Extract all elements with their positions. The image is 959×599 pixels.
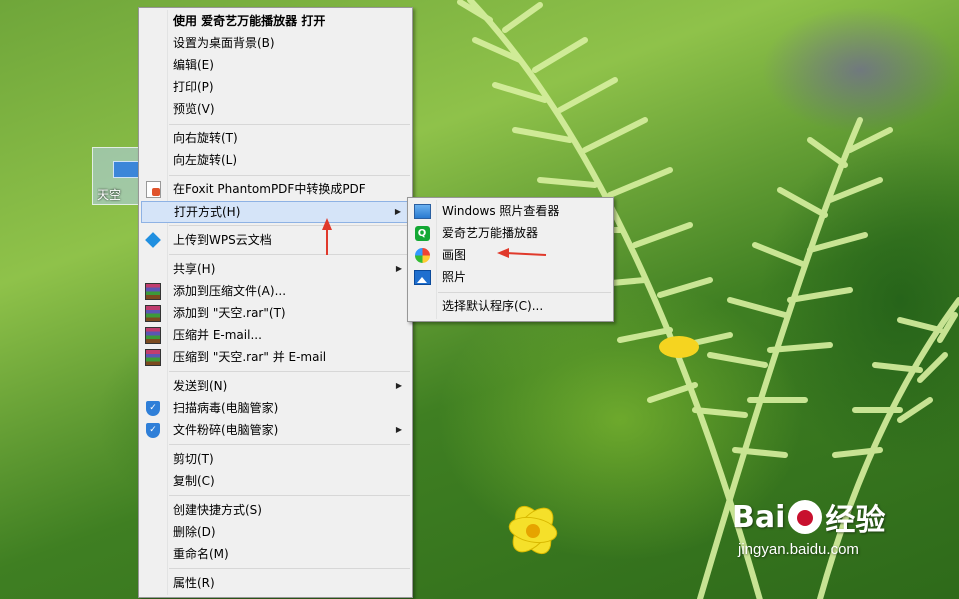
menu-item-label: 文件粉碎(电脑管家): [173, 423, 279, 437]
menu-item-open-with[interactable]: 打开方式(H) ▶: [141, 201, 410, 223]
winrar-icon: [144, 348, 162, 366]
menu-item-foxit-convert[interactable]: 在Foxit PhantomPDF中转换成PDF: [141, 178, 410, 200]
menu-separator: [169, 124, 410, 125]
menu-separator: [169, 371, 410, 372]
yellow-bud-illustration: [659, 336, 699, 358]
menu-item-label: 发送到(N): [173, 379, 228, 393]
yellow-flower-illustration: [508, 505, 558, 555]
menu-item-label: 上传到WPS云文档: [173, 233, 272, 247]
menu-item-label: 使用 爱奇艺万能播放器 打开: [173, 14, 326, 28]
image-thumbnail-icon: [113, 161, 141, 178]
winrar-icon: [144, 282, 162, 300]
menu-item-shred-file[interactable]: ✓ 文件粉碎(电脑管家) ▶: [141, 419, 410, 441]
menu-item-label: 属性(R): [173, 576, 215, 590]
submenu-item-paint[interactable]: 画图: [410, 244, 611, 266]
menu-item-cut[interactable]: 剪切(T): [141, 448, 410, 470]
foxit-pdf-icon: [144, 180, 162, 198]
menu-item-properties[interactable]: 属性(R): [141, 572, 410, 594]
menu-separator: [169, 444, 410, 445]
submenu-arrow-icon: ▶: [395, 425, 402, 434]
menu-item-scan-virus[interactable]: ✓ 扫描病毒(电脑管家): [141, 397, 410, 419]
menu-separator: [169, 225, 410, 226]
menu-item-print[interactable]: 打印(P): [141, 76, 410, 98]
submenu-item-iqiyi[interactable]: Q 爱奇艺万能播放器: [410, 222, 611, 244]
menu-item-rename[interactable]: 重命名(M): [141, 543, 410, 565]
menu-item-delete[interactable]: 删除(D): [141, 521, 410, 543]
pc-manager-shield-icon: ✓: [144, 399, 162, 417]
submenu-item-photos[interactable]: 照片: [410, 266, 611, 288]
submenu-arrow-icon: ▶: [395, 264, 402, 273]
menu-separator: [438, 292, 611, 293]
menu-item-label: Windows 照片查看器: [442, 204, 560, 218]
menu-item-upload-wps[interactable]: 上传到WPS云文档: [141, 229, 410, 251]
menu-item-label: 选择默认程序(C)...: [442, 299, 544, 313]
menu-item-add-archive[interactable]: 添加到压缩文件(A)...: [141, 280, 410, 302]
menu-item-open-with-default[interactable]: 使用 爱奇艺万能播放器 打开: [141, 10, 410, 32]
menu-item-label: 添加到 "天空.rar"(T): [173, 306, 286, 320]
menu-item-label: 压缩到 "天空.rar" 并 E-mail: [173, 350, 327, 364]
menu-separator: [169, 568, 410, 569]
menu-item-label: 删除(D): [173, 525, 216, 539]
watermark-brand: Bai: [732, 499, 786, 535]
menu-item-label: 照片: [442, 270, 467, 284]
menu-item-label: 创建快捷方式(S): [173, 503, 262, 517]
menu-item-rotate-right[interactable]: 向右旋转(T): [141, 127, 410, 149]
menu-item-label: 压缩并 E-mail...: [173, 328, 262, 342]
baidu-paw-icon: [788, 500, 823, 534]
menu-item-label: 向左旋转(L): [173, 153, 238, 167]
menu-item-edit[interactable]: 编辑(E): [141, 54, 410, 76]
menu-item-create-shortcut[interactable]: 创建快捷方式(S): [141, 499, 410, 521]
iqiyi-icon: Q: [413, 224, 431, 242]
menu-item-label: 剪切(T): [173, 452, 214, 466]
menu-item-label: 爱奇艺万能播放器: [442, 226, 539, 240]
winrar-icon: [144, 326, 162, 344]
menu-item-label: 添加到压缩文件(A)...: [173, 284, 287, 298]
menu-item-label: 向右旋转(T): [173, 131, 238, 145]
menu-item-label: 画图: [442, 248, 467, 262]
menu-separator: [169, 495, 410, 496]
menu-item-label: 预览(V): [173, 102, 215, 116]
menu-item-set-wallpaper[interactable]: 设置为桌面背景(B): [141, 32, 410, 54]
menu-item-label: 在Foxit PhantomPDF中转换成PDF: [173, 182, 366, 196]
menu-item-label: 设置为桌面背景(B): [173, 36, 275, 50]
wps-cloud-icon: [144, 231, 162, 249]
pc-manager-shield-icon: ✓: [144, 421, 162, 439]
submenu-item-choose-default[interactable]: 选择默认程序(C)...: [410, 295, 611, 317]
menu-item-share[interactable]: 共享(H) ▶: [141, 258, 410, 280]
menu-item-add-to-rar[interactable]: 添加到 "天空.rar"(T): [141, 302, 410, 324]
menu-separator: [169, 175, 410, 176]
menu-item-label: 扫描病毒(电脑管家): [173, 401, 279, 415]
menu-item-label: 打印(P): [173, 80, 214, 94]
submenu-item-windows-photo-viewer[interactable]: Windows 照片查看器: [410, 200, 611, 222]
submenu-arrow-icon: ▶: [394, 207, 401, 216]
context-menu: 使用 爱奇艺万能播放器 打开 设置为桌面背景(B) 编辑(E) 打印(P) 预览…: [138, 7, 413, 598]
menu-item-label: 共享(H): [173, 262, 216, 276]
menu-item-compress-rar-email[interactable]: 压缩到 "天空.rar" 并 E-mail: [141, 346, 410, 368]
photos-icon: [413, 268, 431, 286]
menu-item-label: 编辑(E): [173, 58, 214, 72]
menu-separator: [169, 254, 410, 255]
menu-item-send-to[interactable]: 发送到(N) ▶: [141, 375, 410, 397]
watermark-url: jingyan.baidu.com: [738, 541, 859, 558]
submenu-arrow-icon: ▶: [395, 381, 402, 390]
menu-item-label: 复制(C): [173, 474, 215, 488]
baidu-jingyan-watermark: Bai 经验 jingyan.baidu.com: [732, 495, 886, 559]
menu-item-rotate-left[interactable]: 向左旋转(L): [141, 149, 410, 171]
photo-viewer-icon: [413, 202, 431, 220]
winrar-icon: [144, 304, 162, 322]
menu-item-label: 重命名(M): [173, 547, 229, 561]
menu-item-label: 打开方式(H): [174, 205, 241, 219]
menu-item-copy[interactable]: 复制(C): [141, 470, 410, 492]
menu-item-compress-email[interactable]: 压缩并 E-mail...: [141, 324, 410, 346]
paint-icon: [413, 246, 431, 264]
watermark-brand-suffix: 经验: [825, 503, 886, 538]
open-with-submenu: Windows 照片查看器 Q 爱奇艺万能播放器 画图 照片 选择默认程序(C).…: [407, 197, 614, 322]
menu-item-preview[interactable]: 预览(V): [141, 98, 410, 120]
